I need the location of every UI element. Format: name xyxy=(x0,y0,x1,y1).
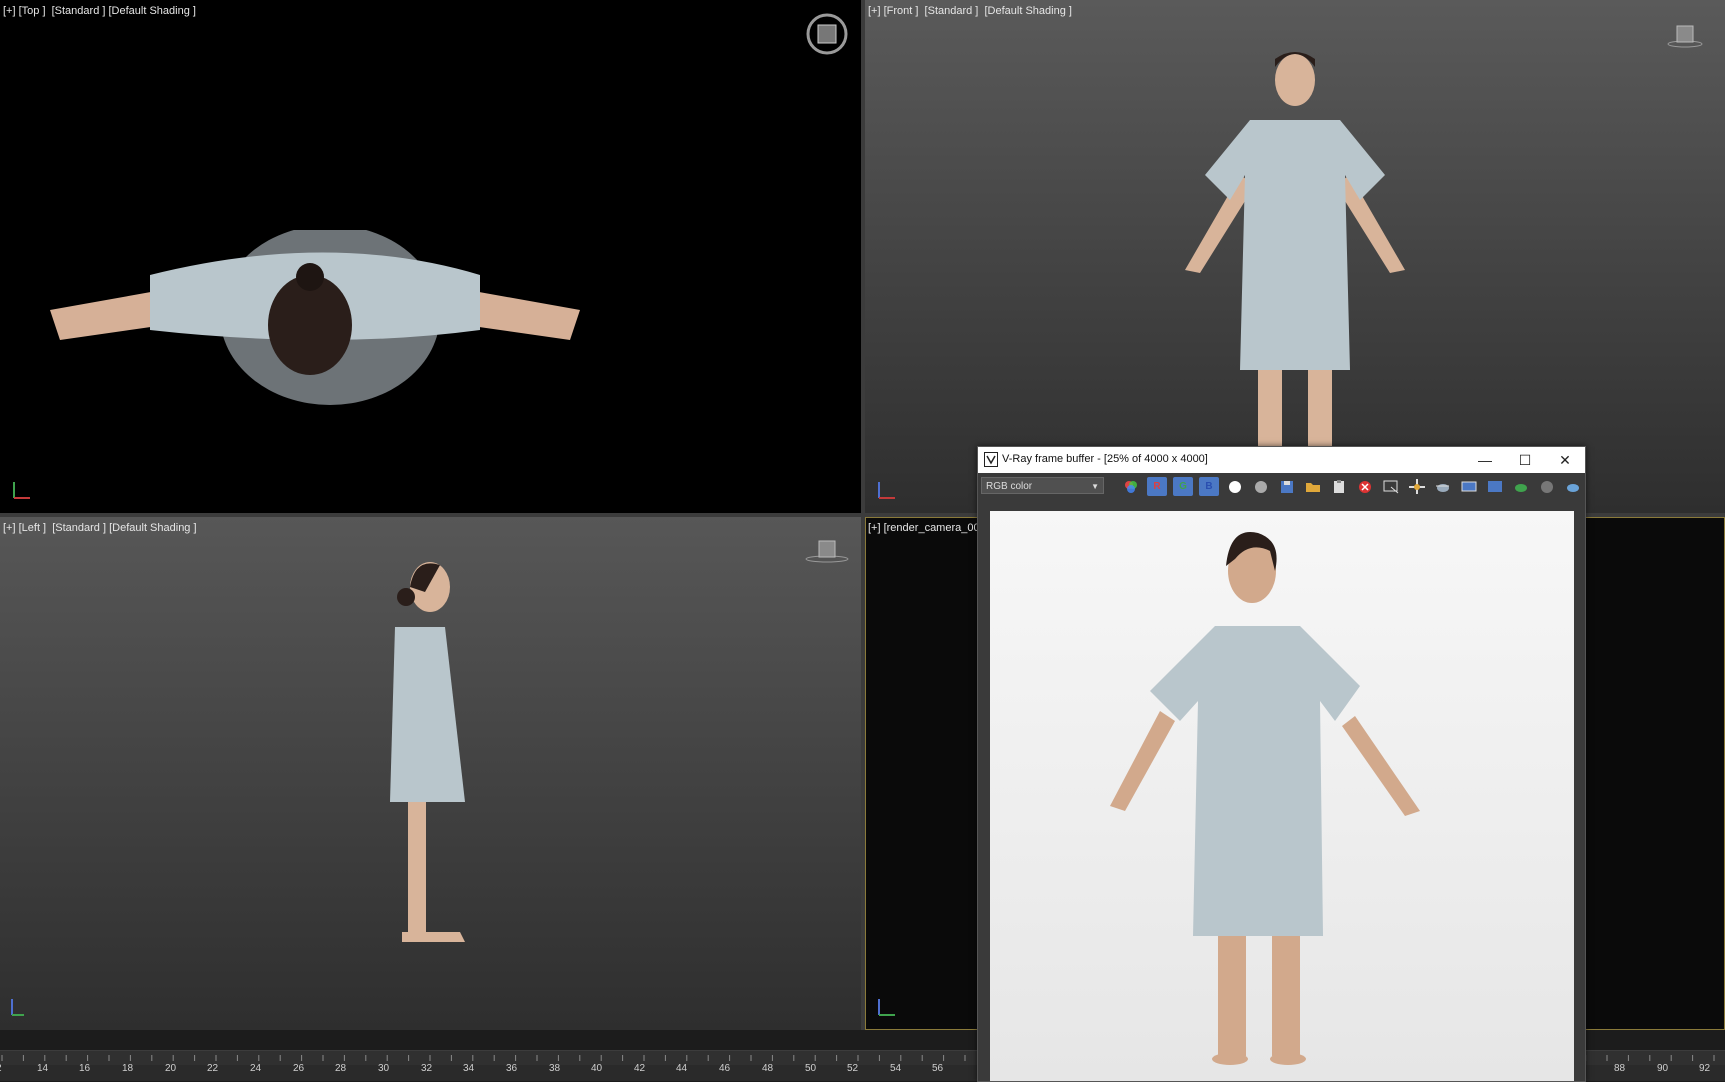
timeline-tick-label: 26 xyxy=(293,1063,305,1074)
timeline-tick-label: 22 xyxy=(207,1063,219,1074)
stop-render-icon[interactable] xyxy=(1537,477,1557,496)
chevron-down-icon: ▼ xyxy=(1091,482,1099,491)
top-view-model xyxy=(50,230,580,405)
top-viewport[interactable]: [+] [Top ] [Standard ] [Default Shading … xyxy=(0,0,861,513)
timeline-tick-label: 32 xyxy=(421,1063,433,1074)
timeline-tick-label: 36 xyxy=(506,1063,518,1074)
timeline-tick-label: 92 xyxy=(1699,1063,1711,1074)
timeline-tick-label: 30 xyxy=(378,1063,390,1074)
vray-logo-icon xyxy=(984,452,998,467)
timeline-tick-label: 16 xyxy=(79,1063,91,1074)
rendered-figure xyxy=(1110,531,1420,1065)
teapot-green-icon[interactable] xyxy=(1511,477,1531,496)
timeline-tick-label: 20 xyxy=(165,1063,177,1074)
camera-viewport-label[interactable]: [+] [render_camera_002 xyxy=(868,522,986,534)
white-circle-icon[interactable] xyxy=(1225,477,1245,496)
channel-select-value: RGB color xyxy=(986,481,1033,492)
timeline-tick-label: 48 xyxy=(762,1063,774,1074)
minimize-button[interactable]: — xyxy=(1465,447,1505,473)
front-view-model xyxy=(1185,52,1405,455)
left-viewport[interactable]: [+] [Left ] [Standard ] [Default Shading… xyxy=(0,517,861,1030)
grey-circle-icon[interactable] xyxy=(1251,477,1271,496)
timeline-tick-label: 50 xyxy=(805,1063,817,1074)
viewcube-icon[interactable] xyxy=(805,12,849,56)
vfb-title: V-Ray frame buffer - [25% of 4000 x 4000… xyxy=(1002,453,1208,465)
teapot-blue-icon[interactable] xyxy=(1563,477,1583,496)
timeline-tick-label: 90 xyxy=(1657,1063,1669,1074)
timeline-tick-label: 24 xyxy=(250,1063,262,1074)
timeline-tick-label: 2 xyxy=(0,1063,2,1074)
blue-channel-button[interactable]: B xyxy=(1199,477,1219,496)
timeline-tick-label: 56 xyxy=(932,1063,944,1074)
maximize-button[interactable]: ☐ xyxy=(1505,447,1545,473)
timeline-tick-label: 40 xyxy=(591,1063,603,1074)
green-channel-button[interactable]: G xyxy=(1173,477,1193,496)
axis-gizmo-icon xyxy=(11,999,24,1016)
timeline-tick-label: 54 xyxy=(890,1063,902,1074)
close-button[interactable]: ✕ xyxy=(1545,447,1585,473)
folder-icon[interactable] xyxy=(1303,477,1323,496)
top-viewport-label[interactable]: [+] [Top ] [Standard ] [Default Shading … xyxy=(3,5,196,17)
timeline-tick-label: 44 xyxy=(676,1063,688,1074)
timeline-tick-label: 28 xyxy=(335,1063,347,1074)
timeline-tick-label: 52 xyxy=(847,1063,859,1074)
viewcube-icon[interactable] xyxy=(1667,22,1703,50)
vray-frame-buffer-window[interactable]: V-Ray frame buffer - [25% of 4000 x 4000… xyxy=(977,446,1586,1082)
clear-image-icon[interactable] xyxy=(1355,477,1375,496)
follow-mouse-icon[interactable] xyxy=(1407,477,1427,496)
red-channel-button[interactable]: R xyxy=(1147,477,1167,496)
timeline-tick-label: 14 xyxy=(37,1063,49,1074)
vfb-toolbar: RGB color ▼ R G B xyxy=(978,473,1585,499)
front-viewport-label[interactable]: [+] [Front ] [Standard ] [Default Shadin… xyxy=(868,5,1072,17)
render-teapot-icon[interactable] xyxy=(1433,477,1453,496)
timeline-tick-label: 38 xyxy=(549,1063,561,1074)
compare-ab-icon[interactable] xyxy=(1459,477,1479,496)
timeline-tick-label: 88 xyxy=(1614,1063,1626,1074)
clipboard-icon[interactable] xyxy=(1329,477,1349,496)
region-render-icon[interactable] xyxy=(1381,477,1401,496)
left-viewport-label[interactable]: [+] [Left ] [Standard ] [Default Shading… xyxy=(3,522,197,534)
axis-gizmo-icon xyxy=(878,482,895,499)
timeline-tick-label: 34 xyxy=(463,1063,475,1074)
zoom-percent-icon[interactable] xyxy=(1485,477,1505,496)
vfb-titlebar[interactable]: V-Ray frame buffer - [25% of 4000 x 4000… xyxy=(978,447,1585,473)
timeline-tick-label: 46 xyxy=(719,1063,731,1074)
timeline-tick-label: 42 xyxy=(634,1063,646,1074)
render-image[interactable] xyxy=(990,511,1574,1081)
left-view-model xyxy=(390,562,465,942)
channel-select[interactable]: RGB color ▼ xyxy=(981,477,1104,494)
save-icon[interactable] xyxy=(1277,477,1297,496)
timeline-tick-label: 18 xyxy=(122,1063,134,1074)
front-viewport[interactable]: [+] [Front ] [Standard ] [Default Shadin… xyxy=(865,0,1725,513)
axis-gizmo-icon xyxy=(878,999,895,1016)
viewcube-icon[interactable] xyxy=(805,537,849,565)
color-channels-icon[interactable] xyxy=(1121,477,1141,496)
axis-gizmo-icon xyxy=(13,482,30,499)
